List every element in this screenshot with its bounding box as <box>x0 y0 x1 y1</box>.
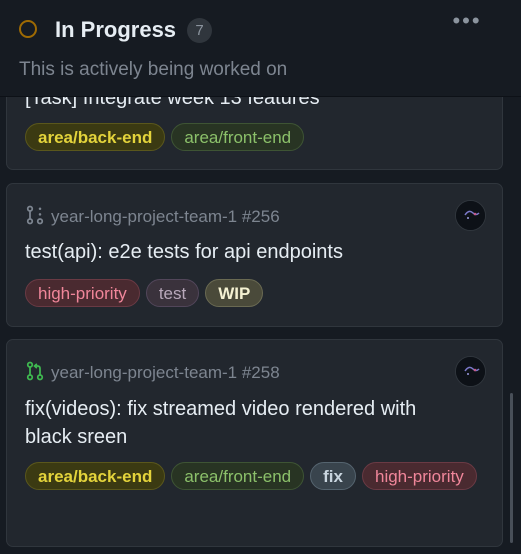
project-column: [Task] Integrate week 13 features area/b… <box>0 0 521 554</box>
assignee-avatar[interactable] <box>455 200 486 231</box>
label-test[interactable]: test <box>145 279 200 307</box>
label-high-priority[interactable]: high-priority <box>25 279 140 307</box>
column-scrollbar[interactable] <box>510 393 513 543</box>
label-high-priority[interactable]: high-priority <box>361 462 477 490</box>
card-title[interactable]: fix(videos): fix streamed video rendered… <box>25 395 442 451</box>
pull-request-card[interactable]: year-long-project-team-1 #258 fix(videos… <box>6 339 503 547</box>
label-area-back-end[interactable]: area/back-end <box>25 123 166 151</box>
column-header: In Progress 7 ••• This is actively being… <box>0 0 521 97</box>
label-area-front-end[interactable]: area/front-end <box>171 462 305 490</box>
repo-reference-text: year-long-project-team-1 #258 <box>51 363 280 382</box>
card-repo-reference[interactable]: year-long-project-team-1 #256 <box>25 205 280 230</box>
pull-request-icon <box>25 361 45 386</box>
label-wip[interactable]: WIP <box>205 279 264 307</box>
label-area-back-end[interactable]: area/back-end <box>25 462 166 490</box>
column-menu-button[interactable]: ••• <box>450 10 484 40</box>
repo-reference-text: year-long-project-team-1 #256 <box>51 207 280 226</box>
column-title: In Progress <box>55 17 177 42</box>
draft-pull-request-icon <box>25 205 45 230</box>
in-progress-status-icon <box>19 20 37 38</box>
pull-request-card[interactable]: year-long-project-team-1 #256 test(api):… <box>6 183 503 327</box>
item-count-badge: 7 <box>187 18 212 43</box>
column-description: This is actively being worked on <box>19 59 288 80</box>
assignee-avatar[interactable] <box>455 356 486 387</box>
card-title[interactable]: test(api): e2e tests for api endpoints <box>25 238 452 266</box>
label-fix[interactable]: fix <box>310 462 356 490</box>
card-repo-reference[interactable]: year-long-project-team-1 #258 <box>25 361 280 386</box>
label-area-front-end[interactable]: area/front-end <box>171 123 305 151</box>
